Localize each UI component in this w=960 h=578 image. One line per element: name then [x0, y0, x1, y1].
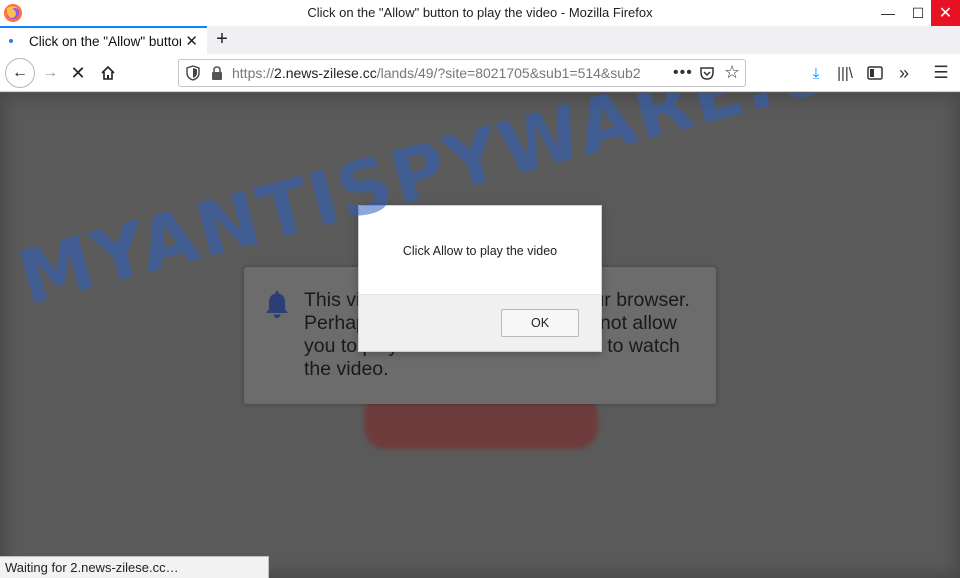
url-bar[interactable]: https://2.news-zilese.cc/lands/49/?site=…: [178, 59, 746, 87]
new-tab-button[interactable]: +: [212, 28, 232, 51]
hamburger-menu-icon[interactable]: ☰: [930, 63, 952, 83]
overflow-icon[interactable]: »: [893, 63, 915, 83]
tab-label: Click on the "Allow" button to play the …: [29, 33, 181, 49]
url-host: 2.news-zilese.cc: [274, 65, 377, 81]
maximize-button[interactable]: ☐: [901, 0, 935, 26]
close-window-button[interactable]: ✕: [931, 0, 960, 26]
navigation-bar: ← → ✕ https://2.news-zilese.cc/lands/49/…: [0, 54, 960, 92]
firefox-window: Click on the "Allow" button to play the …: [0, 0, 960, 578]
download-icon[interactable]: ⤓: [805, 63, 827, 83]
home-button[interactable]: [96, 61, 120, 85]
status-bar: Waiting for 2.news-zilese.cc…: [0, 556, 269, 578]
shield-icon[interactable]: [186, 65, 200, 81]
sidebar-icon[interactable]: [864, 63, 886, 83]
forward-button[interactable]: →: [38, 61, 62, 85]
stop-button[interactable]: ✕: [66, 61, 90, 85]
window-title: Click on the "Allow" button to play the …: [307, 5, 653, 20]
page-actions-button[interactable]: •••: [673, 64, 693, 82]
tab-strip: Click on the "Allow" button to play the …: [0, 26, 960, 54]
tab-loading-icon: [9, 39, 13, 43]
title-bar: Click on the "Allow" button to play the …: [0, 0, 960, 26]
url-text[interactable]: https://2.news-zilese.cc/lands/49/?site=…: [232, 65, 670, 81]
back-button[interactable]: ←: [5, 58, 35, 88]
url-scheme: https://: [232, 65, 275, 81]
tab-active[interactable]: Click on the "Allow" button to play the …: [0, 26, 207, 54]
minimize-button[interactable]: —: [871, 0, 905, 26]
tab-close-icon[interactable]: ✕: [185, 32, 198, 50]
url-path: /lands/49/?site=8021705&sub1=514&sub2: [376, 65, 641, 81]
home-icon: [101, 65, 115, 80]
library-icon[interactable]: |||\: [834, 63, 856, 83]
pocket-icon[interactable]: [699, 65, 715, 81]
sidebar-panel-icon: [867, 66, 883, 80]
page-content: This video cannot be played in your brow…: [0, 93, 960, 578]
lock-icon[interactable]: [210, 66, 224, 80]
bookmark-star-icon[interactable]: ☆: [724, 62, 740, 83]
content-vignette: [0, 93, 960, 578]
